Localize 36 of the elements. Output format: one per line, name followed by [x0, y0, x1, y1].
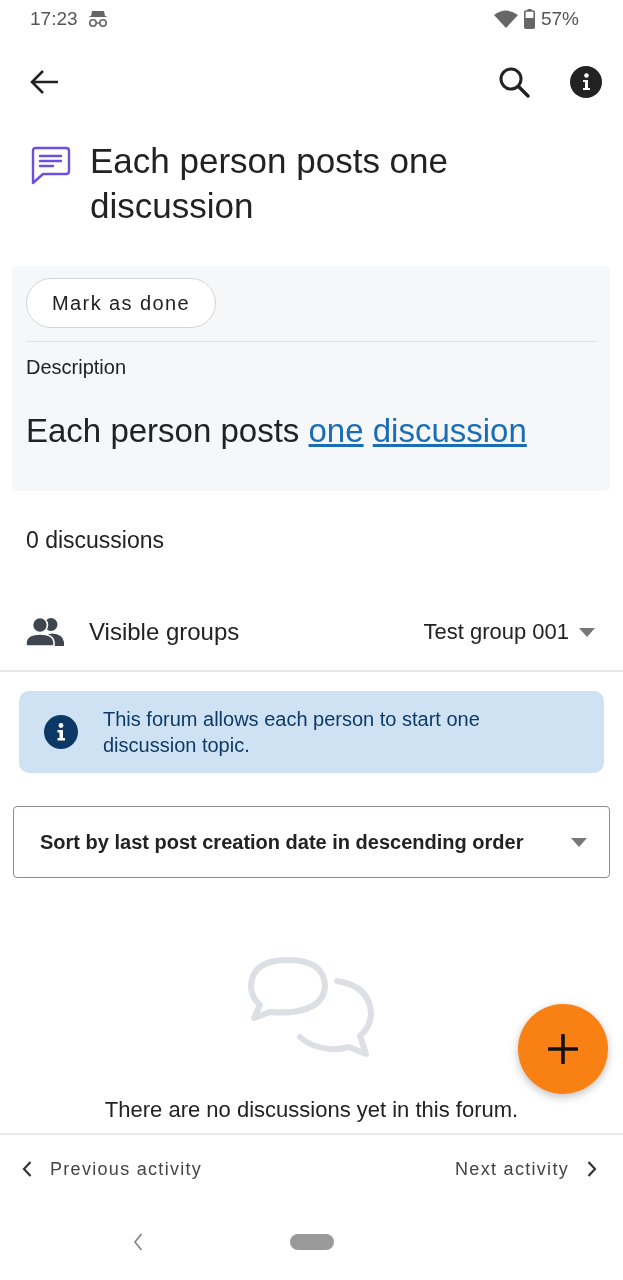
description-link[interactable]: one	[308, 412, 364, 449]
add-discussion-button[interactable]	[518, 1004, 608, 1094]
info-icon	[570, 66, 602, 98]
system-back-icon[interactable]	[133, 1233, 143, 1251]
previous-activity-button[interactable]: Previous activity	[22, 1158, 203, 1180]
description-text: Each person posts one discussion	[26, 411, 528, 451]
chat-bubbles-icon	[248, 956, 376, 1059]
sort-select[interactable]: Sort by last post creation date in descending order	[13, 806, 610, 878]
discussion-count: 0 discussions	[26, 527, 166, 554]
battery-percent: 57%	[540, 8, 579, 30]
back-arrow-icon	[30, 69, 60, 95]
plus-icon	[548, 1034, 578, 1064]
search-icon	[498, 66, 530, 98]
description-label: Description	[26, 356, 128, 379]
groups-label: Visible groups	[89, 618, 240, 646]
search-button[interactable]	[497, 65, 531, 99]
alert-text: This forum allows each person to start one discussion topic.	[103, 707, 481, 758]
group-icon	[26, 617, 64, 647]
info-icon	[44, 715, 78, 749]
info-button[interactable]	[569, 65, 603, 99]
group-select[interactable]: Test group 001	[423, 619, 595, 645]
empty-state-message: There are no discussions yet in this forum.	[104, 1097, 519, 1123]
home-handle[interactable]	[290, 1234, 334, 1250]
status-time: 17:23	[30, 8, 78, 30]
chevron-right-icon	[587, 1161, 597, 1177]
next-activity-button[interactable]: Next activity	[455, 1158, 597, 1180]
battery-icon	[523, 9, 535, 29]
page-title: Each person posts one discussion	[90, 140, 449, 227]
description-link[interactable]: discussion	[372, 412, 527, 449]
caret-icon	[571, 837, 587, 847]
wifi-icon	[493, 10, 518, 28]
mark-as-done-button[interactable]: Mark as done	[26, 278, 216, 328]
forum-icon	[31, 146, 71, 185]
incognito-icon	[86, 10, 109, 28]
caret-icon	[579, 627, 595, 637]
chevron-left-icon	[22, 1161, 32, 1177]
